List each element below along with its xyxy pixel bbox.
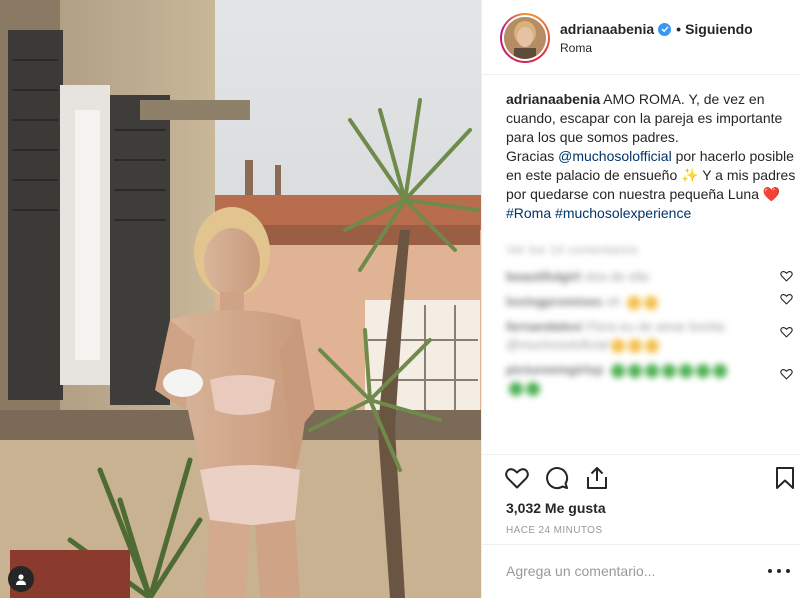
heart-outline-icon bbox=[505, 468, 529, 489]
more-options-button[interactable] bbox=[768, 563, 790, 579]
save-button[interactable] bbox=[772, 465, 798, 491]
speech-bubble-icon bbox=[546, 467, 569, 490]
heart-emoji: ❤️ bbox=[762, 186, 781, 202]
likes-count-link[interactable]: 3,032 Me gusta bbox=[506, 500, 606, 516]
add-comment-input[interactable] bbox=[506, 563, 746, 579]
caption-text-thanks: Gracias bbox=[506, 148, 559, 164]
mention-link[interactable]: @muchosolofficial bbox=[558, 148, 672, 164]
avatar[interactable] bbox=[500, 13, 550, 63]
comment-like-heart-icon[interactable] bbox=[780, 293, 793, 305]
comment-like-heart-icon[interactable] bbox=[780, 270, 793, 282]
share-button[interactable] bbox=[584, 465, 610, 491]
post-header: adrianaabenia • Siguiendo Roma bbox=[482, 0, 801, 75]
comment-item: pictureemgirlsp bbox=[506, 361, 796, 397]
user-tags-button[interactable] bbox=[8, 566, 34, 592]
post-details-panel: adrianaabenia • Siguiendo Roma adrianaab… bbox=[481, 0, 801, 598]
comments-list: Ver los 14 comentarios beautifulgirl otra… bbox=[506, 242, 796, 404]
bookmark-icon bbox=[776, 467, 794, 489]
post-photo-image bbox=[0, 0, 481, 598]
comment-username[interactable]: beautifulgirl bbox=[506, 269, 580, 284]
header-username-link[interactable]: adrianaabenia bbox=[560, 21, 654, 37]
comment-username[interactable]: lovingpromises bbox=[506, 294, 602, 309]
comment-item: lovingpromises oh bbox=[506, 293, 796, 311]
location-link[interactable]: Roma bbox=[560, 41, 592, 55]
follow-status-button[interactable]: Siguiendo bbox=[685, 21, 753, 37]
share-icon bbox=[587, 467, 607, 489]
hashtag-roma-link[interactable]: #Roma bbox=[506, 205, 551, 221]
header-separator: • bbox=[676, 21, 682, 37]
caption-username-link[interactable]: adrianaabenia bbox=[506, 91, 600, 107]
user-tag-icon bbox=[16, 574, 26, 585]
comment-username[interactable]: pictureemgirlsp bbox=[506, 362, 604, 377]
comment-item: fernandalevi Flora eu de amar bonita @muc… bbox=[506, 318, 796, 354]
comment-like-heart-icon[interactable] bbox=[780, 368, 793, 380]
verified-badge-icon bbox=[658, 22, 672, 36]
comment-text: oh bbox=[606, 294, 625, 309]
caption: adrianaabenia AMO ROMA. Y, de vez en cuan… bbox=[506, 90, 796, 223]
view-all-comments-link[interactable]: Ver los 14 comentarios bbox=[506, 242, 796, 260]
add-comment-section bbox=[482, 544, 801, 598]
comment-text: otra de ella bbox=[584, 269, 649, 284]
ellipsis-icon bbox=[768, 569, 772, 573]
post-photo[interactable] bbox=[0, 0, 481, 598]
post-timestamp[interactable]: HACE 24 MINUTOS bbox=[506, 525, 602, 536]
hashtag-muchosolexperience-link[interactable]: #muchosolexperience bbox=[555, 205, 691, 221]
comment-like-heart-icon[interactable] bbox=[780, 326, 793, 338]
comment-button[interactable] bbox=[544, 465, 570, 491]
comment-item: beautifulgirl otra de ella bbox=[506, 268, 796, 286]
like-button[interactable] bbox=[504, 465, 530, 491]
comment-username[interactable]: fernandalevi bbox=[506, 319, 583, 334]
